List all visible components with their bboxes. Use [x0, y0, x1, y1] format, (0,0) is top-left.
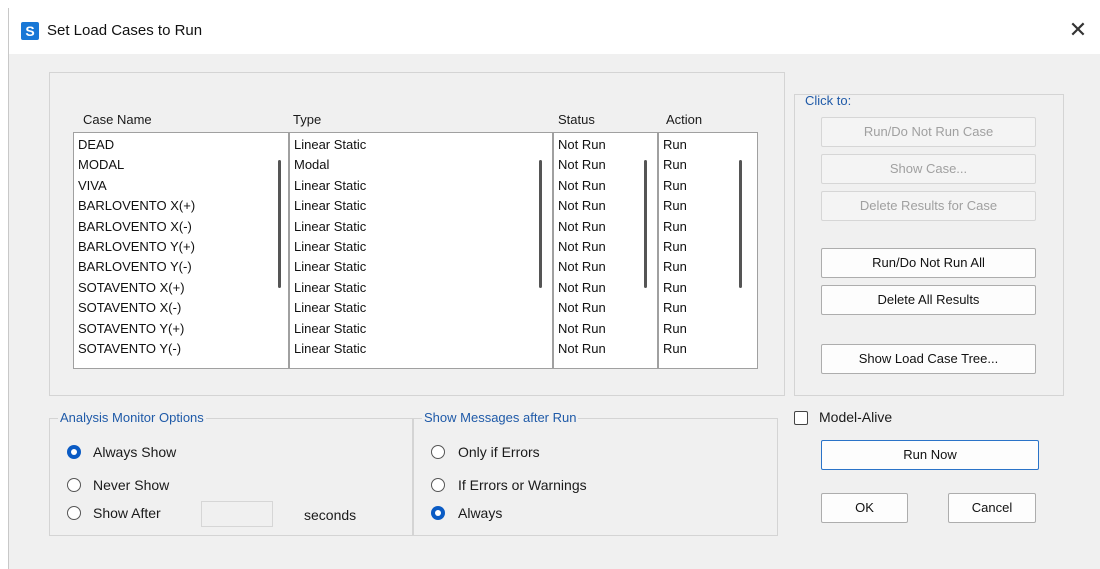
action-list[interactable]: Run Run Run Run Run Run Run Run Run Run Run	[658, 132, 758, 369]
case-name-cell[interactable]: BARLOVENTO Y(-)	[78, 257, 192, 277]
type-cell[interactable]: Linear Static	[294, 278, 366, 298]
delete-results-for-case-button[interactable]: Delete Results for Case	[821, 191, 1036, 221]
case-name-cell[interactable]: SOTAVENTO Y(+)	[78, 319, 184, 339]
case-name-cell[interactable]: DEAD	[78, 135, 114, 155]
run-do-not-run-all-button[interactable]: Run/Do Not Run All	[821, 248, 1036, 278]
seconds-label: seconds	[304, 507, 357, 523]
show-load-case-tree-button[interactable]: Show Load Case Tree...	[821, 344, 1036, 374]
show-after-radio[interactable]	[67, 506, 81, 520]
action-cell[interactable]: Run	[663, 176, 687, 196]
type-cell[interactable]: Linear Static	[294, 135, 366, 155]
model-alive-checkbox[interactable]	[794, 411, 808, 425]
case-name-cell[interactable]: BARLOVENTO X(+)	[78, 196, 195, 216]
status-cell[interactable]: Not Run	[558, 319, 606, 339]
always-show-radio[interactable]	[67, 445, 81, 459]
action-list-scrollbar[interactable]	[739, 160, 742, 288]
action-cell[interactable]: Run	[663, 339, 687, 359]
show-after-label[interactable]: Show After	[93, 505, 161, 521]
header-case-name: Case Name	[83, 112, 152, 127]
status-list[interactable]: Not Run Not Run Not Run Not Run Not Run Not R…	[553, 132, 658, 369]
analysis-monitor-label: Analysis Monitor Options	[58, 410, 206, 425]
if-errors-or-warnings-radio[interactable]	[431, 478, 445, 492]
dialog-window: S Set Load Cases to Run ✕ Case Name Type…	[8, 8, 1100, 569]
show-after-seconds-input[interactable]	[201, 501, 273, 527]
model-alive-label[interactable]: Model-Alive	[819, 409, 892, 425]
status-cell[interactable]: Not Run	[558, 339, 606, 359]
always-radio[interactable]	[431, 506, 445, 520]
type-cell[interactable]: Linear Static	[294, 339, 366, 359]
status-cell[interactable]: Not Run	[558, 298, 606, 318]
ok-button[interactable]: OK	[821, 493, 908, 523]
type-cell[interactable]: Linear Static	[294, 217, 366, 237]
never-show-label[interactable]: Never Show	[93, 477, 169, 493]
action-cell[interactable]: Run	[663, 319, 687, 339]
close-icon[interactable]: ✕	[1055, 8, 1100, 54]
case-name-cell[interactable]: BARLOVENTO Y(+)	[78, 237, 195, 257]
type-list[interactable]: Linear Static Modal Linear Static Linear St…	[289, 132, 553, 369]
action-cell[interactable]: Run	[663, 135, 687, 155]
status-cell[interactable]: Not Run	[558, 196, 606, 216]
case-name-list[interactable]: DEAD MODAL VIVA BARLOVENTO X(+) BARLOVENTO X…	[73, 132, 289, 369]
only-if-errors-radio[interactable]	[431, 445, 445, 459]
status-cell[interactable]: Not Run	[558, 237, 606, 257]
status-cell[interactable]: Not Run	[558, 217, 606, 237]
action-cell[interactable]: Run	[663, 237, 687, 257]
status-cell[interactable]: Not Run	[558, 176, 606, 196]
run-do-not-run-case-button[interactable]: Run/Do Not Run Case	[821, 117, 1036, 147]
case-list-scrollbar[interactable]	[278, 160, 281, 288]
type-cell[interactable]: Linear Static	[294, 298, 366, 318]
type-list-scrollbar[interactable]	[539, 160, 542, 288]
only-if-errors-label[interactable]: Only if Errors	[458, 444, 540, 460]
if-errors-or-warnings-label[interactable]: If Errors or Warnings	[458, 477, 587, 493]
type-cell[interactable]: Linear Static	[294, 237, 366, 257]
status-cell[interactable]: Not Run	[558, 155, 606, 175]
status-cell[interactable]: Not Run	[558, 135, 606, 155]
messages-label: Show Messages after Run	[422, 410, 579, 425]
action-cell[interactable]: Run	[663, 196, 687, 216]
header-type: Type	[293, 112, 322, 127]
app-icon: S	[21, 22, 39, 40]
type-cell[interactable]: Linear Static	[294, 176, 366, 196]
case-name-cell[interactable]: VIVA	[78, 176, 107, 196]
dialog-title: Set Load Cases to Run	[47, 22, 203, 39]
type-cell[interactable]: Linear Static	[294, 196, 366, 216]
never-show-radio[interactable]	[67, 478, 81, 492]
run-now-button[interactable]: Run Now	[821, 440, 1039, 470]
type-cell[interactable]: Linear Static	[294, 319, 366, 339]
action-cell[interactable]: Run	[663, 278, 687, 298]
status-cell[interactable]: Not Run	[558, 278, 606, 298]
case-name-cell[interactable]: BARLOVENTO X(-)	[78, 217, 192, 237]
always-label[interactable]: Always	[458, 505, 502, 521]
status-cell[interactable]: Not Run	[558, 257, 606, 277]
case-name-cell[interactable]: SOTAVENTO Y(-)	[78, 339, 181, 359]
case-name-cell[interactable]: SOTAVENTO X(-)	[78, 298, 181, 318]
case-name-cell[interactable]: SOTAVENTO X(+)	[78, 278, 185, 298]
type-cell[interactable]: Linear Static	[294, 257, 366, 277]
header-action: Action	[666, 112, 703, 127]
action-cell[interactable]: Run	[663, 298, 687, 318]
header-status: Status	[558, 112, 595, 127]
case-name-cell[interactable]: MODAL	[78, 155, 124, 175]
cancel-button[interactable]: Cancel	[948, 493, 1036, 523]
title-bar: S Set Load Cases to Run ✕	[9, 8, 1100, 54]
show-case-button[interactable]: Show Case...	[821, 154, 1036, 184]
action-cell[interactable]: Run	[663, 155, 687, 175]
action-cell[interactable]: Run	[663, 217, 687, 237]
always-show-label[interactable]: Always Show	[93, 444, 176, 460]
type-cell[interactable]: Modal	[294, 155, 329, 175]
delete-all-results-button[interactable]: Delete All Results	[821, 285, 1036, 315]
status-list-scrollbar[interactable]	[644, 160, 647, 288]
action-cell[interactable]: Run	[663, 257, 687, 277]
click-to-label: Click to:	[805, 93, 852, 108]
